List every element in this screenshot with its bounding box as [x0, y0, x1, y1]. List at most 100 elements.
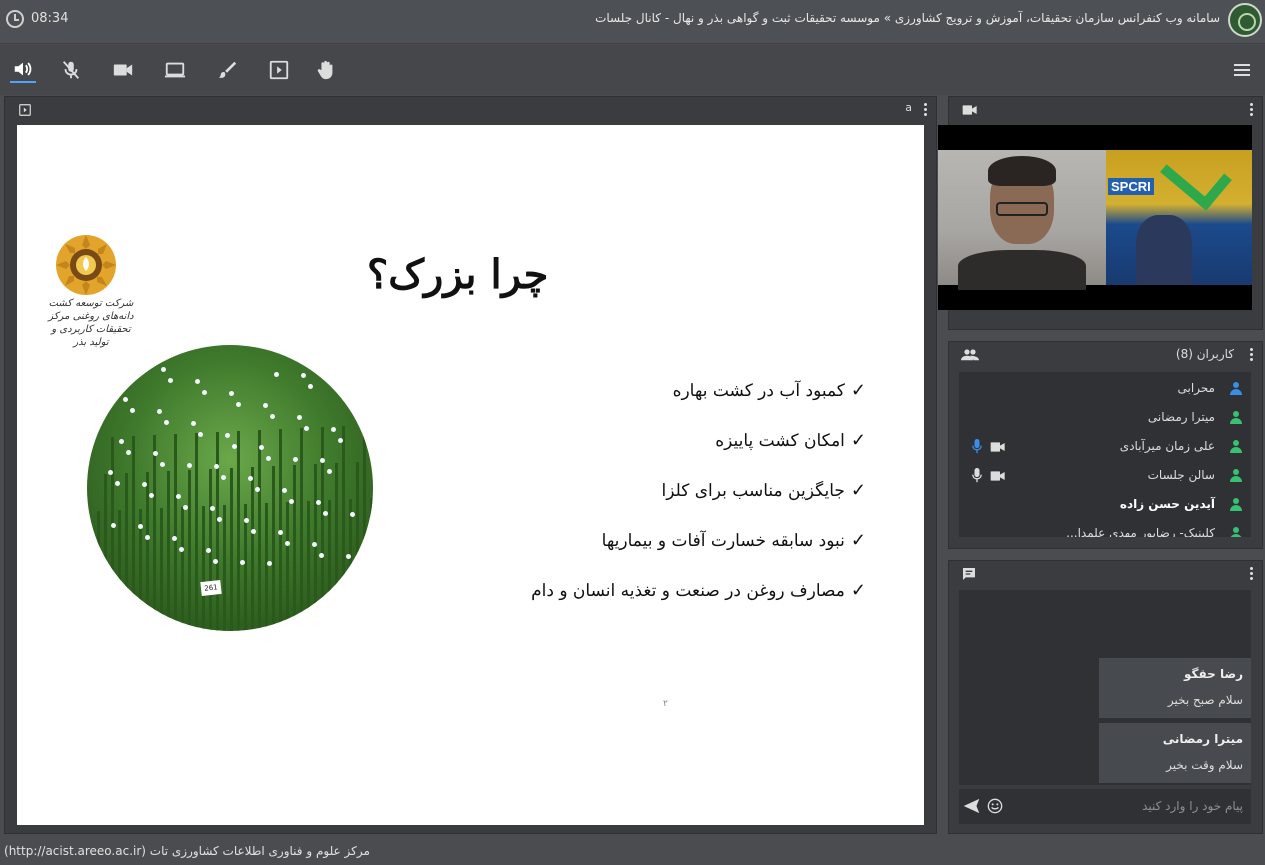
flax-stem: [125, 473, 128, 631]
flax-stem: [132, 436, 135, 631]
flax-flower: [206, 548, 211, 553]
flax-flower: [191, 421, 196, 426]
flax-flower: [274, 372, 279, 377]
presentation-label: a: [905, 101, 912, 114]
flax-stem: [300, 428, 303, 631]
panel-more-icon[interactable]: [1250, 103, 1254, 117]
flax-flower: [161, 367, 166, 372]
flax-flower: [119, 439, 124, 444]
chat-message-text: سلام صبح بخیر: [1167, 693, 1243, 707]
flax-flower: [289, 499, 294, 504]
chat-message: رضا حقگو سلام صبح بخیر: [1099, 658, 1251, 718]
flax-flower: [232, 444, 237, 449]
flax-flower: [304, 426, 309, 431]
panel-more-icon[interactable]: [1250, 348, 1254, 362]
flax-flower: [308, 384, 313, 389]
flax-flower: [240, 560, 245, 565]
flax-stem: [230, 468, 233, 631]
flax-flower: [115, 481, 120, 486]
users-panel-header: کاربران (8): [949, 342, 1262, 368]
flax-flower: [270, 414, 275, 419]
flax-flower: [350, 512, 355, 517]
flax-flower: [312, 542, 317, 547]
flax-flower: [176, 494, 181, 499]
screen-share-icon[interactable]: [162, 57, 188, 83]
flax-stem: [349, 499, 352, 631]
flax-flower: [164, 420, 169, 425]
user-row[interactable]: محرابی: [959, 374, 1251, 403]
check-icon: ✓: [850, 580, 866, 601]
flax-stem: [307, 501, 310, 631]
camera-icon[interactable]: [110, 57, 136, 83]
brush-icon[interactable]: [214, 57, 240, 83]
user-name: علی زمان میرآبادی: [1119, 439, 1215, 453]
flax-flower: [244, 518, 249, 523]
user-row[interactable]: علی زمان میرآبادی: [959, 432, 1251, 461]
flax-flower: [251, 529, 256, 534]
user-icon: [1230, 411, 1242, 424]
flax-flower: [263, 403, 268, 408]
emoji-icon[interactable]: [987, 798, 1003, 814]
flax-stem: [363, 425, 366, 631]
flax-stem: [188, 470, 191, 631]
flax-flower: [319, 553, 324, 558]
plot-tag: 261: [200, 579, 222, 597]
flax-flower: [221, 475, 226, 480]
flax-flower: [179, 547, 184, 552]
flax-flower: [213, 559, 218, 564]
user-row[interactable]: کلینیک- رضاپور مهدی علمدا...: [959, 519, 1251, 537]
presentation-icon[interactable]: [266, 57, 292, 83]
chat-input-placeholder: پیام خود را وارد کنید: [1142, 799, 1243, 813]
flax-stem: [181, 507, 184, 631]
raise-hand-icon[interactable]: [313, 57, 339, 83]
flax-stem: [237, 431, 240, 631]
flax-flower: [266, 456, 271, 461]
mic-off-icon[interactable]: [58, 57, 84, 83]
flax-stem: [335, 463, 338, 631]
flax-flower: [301, 373, 306, 378]
speaker-icon[interactable]: [10, 57, 36, 83]
presentation-panel-header: a: [5, 97, 936, 123]
flax-flower: [255, 487, 260, 492]
flax-flower: [267, 561, 272, 566]
slide-bullet: ✓جایگزین مناسب برای کلزا: [661, 480, 866, 501]
panel-more-icon[interactable]: [1250, 567, 1254, 581]
flax-stem: [160, 508, 163, 631]
chat-input[interactable]: پیام خود را وارد کنید: [959, 789, 1251, 824]
user-camera-icon: [990, 442, 1005, 452]
flax-flower: [198, 432, 203, 437]
flax-flower: [142, 482, 147, 487]
chat-message-author: میترا رمضانی: [1162, 732, 1243, 746]
user-name: میترا رمضانی: [1147, 410, 1215, 424]
user-name: کلینیک- رضاپور مهدی علمدا...: [1066, 526, 1215, 537]
flax-flower: [187, 463, 192, 468]
flax-stem: [314, 464, 317, 631]
user-name: محرابی: [1177, 381, 1215, 395]
user-row[interactable]: آیدین حسن زاده: [959, 490, 1251, 519]
flax-flower: [285, 541, 290, 546]
flax-stem: [293, 465, 296, 631]
flax-flower: [248, 476, 253, 481]
user-icon: [1230, 498, 1242, 511]
panel-more-icon[interactable]: [924, 103, 928, 117]
user-icon: [1230, 382, 1242, 395]
flax-flower: [217, 517, 222, 522]
user-icon: [1230, 469, 1242, 482]
user-icon: [1230, 527, 1242, 537]
flax-flower: [278, 530, 283, 535]
user-row[interactable]: سالن جلسات: [959, 461, 1251, 490]
slide-bullet: ✓امکان کشت پاییزه: [715, 430, 866, 451]
user-row[interactable]: میترا رمضانی: [959, 403, 1251, 432]
flax-flower: [225, 433, 230, 438]
check-icon: ✓: [850, 380, 866, 401]
hamburger-menu-icon[interactable]: [1232, 60, 1252, 80]
flax-flower: [214, 464, 219, 469]
flax-flower: [195, 379, 200, 384]
flax-stem: [216, 432, 219, 631]
flax-flower: [111, 523, 116, 528]
flax-flower: [172, 536, 177, 541]
flax-flower: [335, 385, 340, 390]
send-icon[interactable]: [963, 798, 980, 814]
flax-flower: [331, 427, 336, 432]
meeting-room-video: SPCRI: [1106, 141, 1252, 285]
